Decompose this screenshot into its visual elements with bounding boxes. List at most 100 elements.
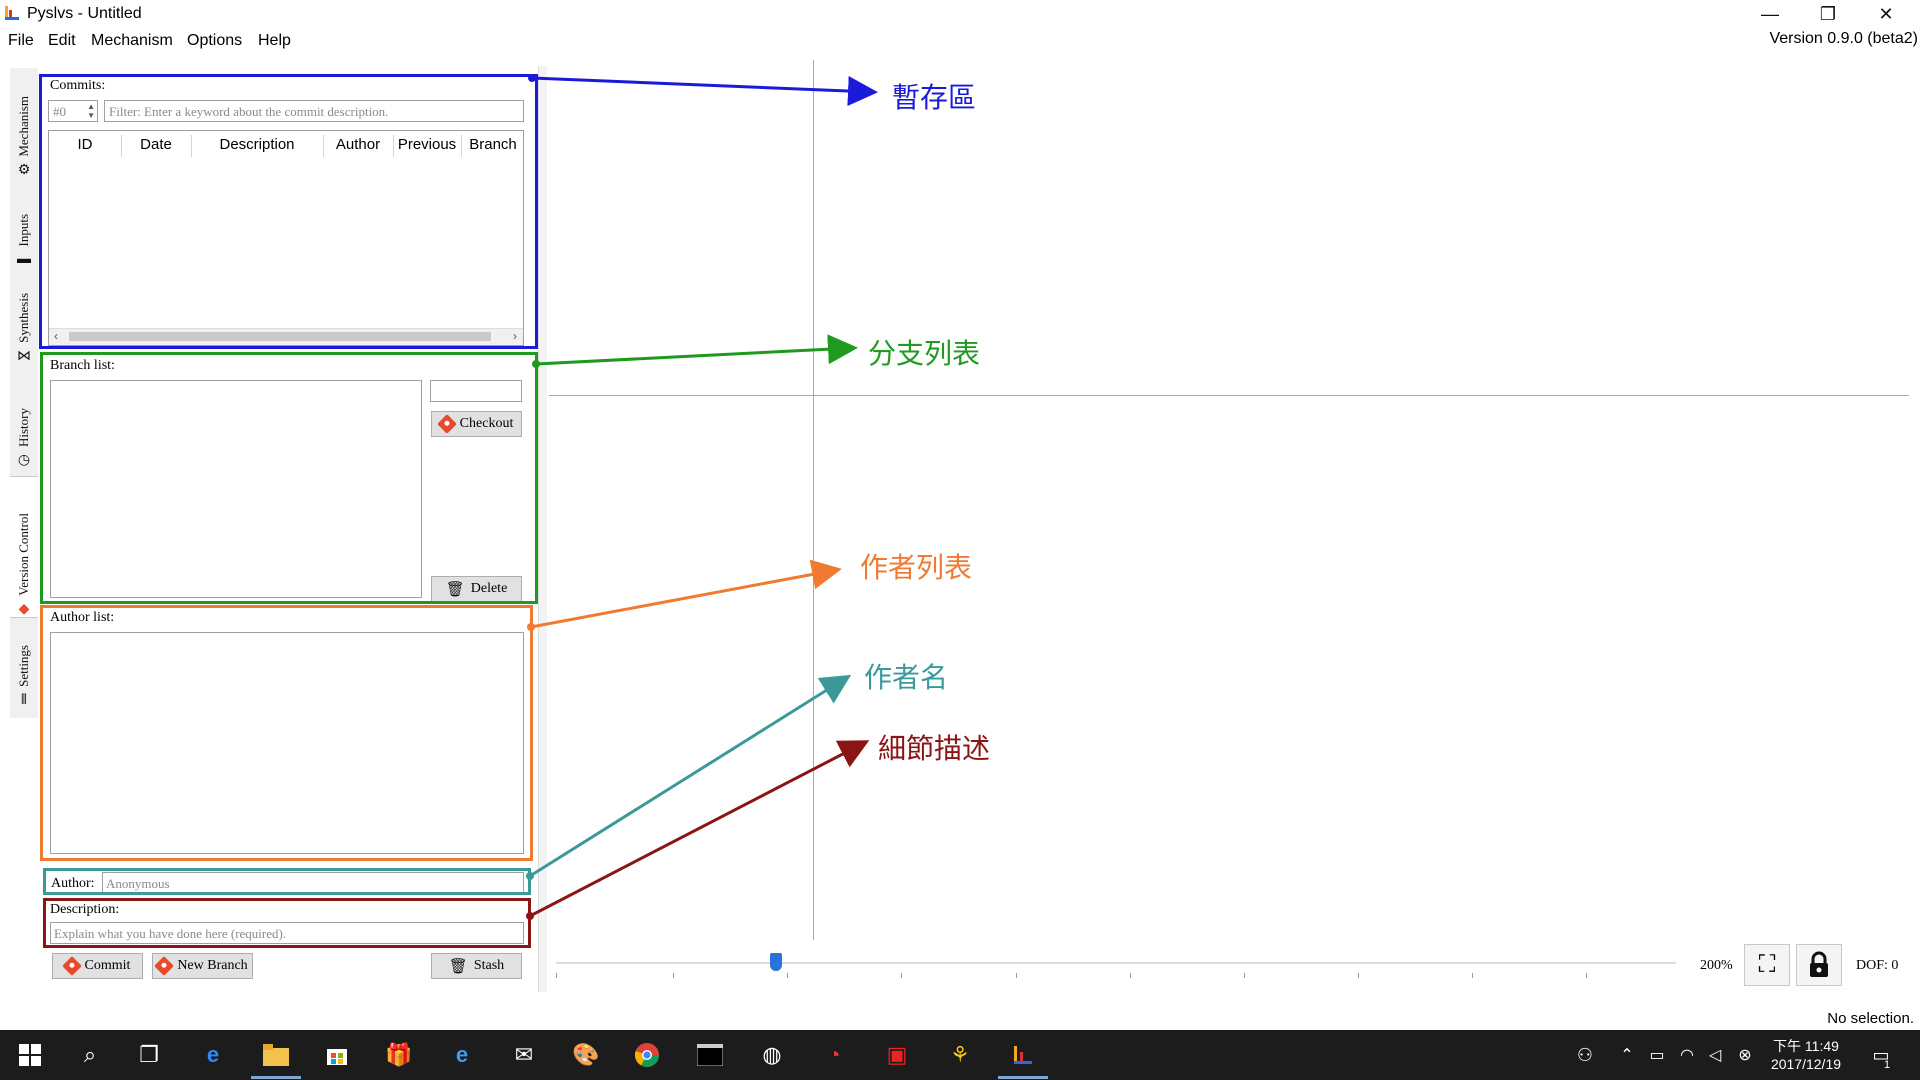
python-icon[interactable]: ⚘ <box>945 1040 975 1070</box>
canvas-x-axis <box>549 395 1909 396</box>
edge-icon[interactable]: e <box>198 1040 228 1070</box>
mechanism-canvas[interactable] <box>549 60 1909 940</box>
annotation-description: 細節描述 <box>878 732 991 765</box>
branch-annotation-box <box>40 352 538 604</box>
tab-settings[interactable]: Settings ⫴ <box>10 628 38 708</box>
tab-settings-label: Settings <box>16 645 31 687</box>
gift-app-icon[interactable]: 🎁 <box>384 1040 414 1070</box>
version-label: Version 0.9.0 (beta2) <box>1769 30 1918 47</box>
fit-view-button[interactable]: ⛶ <box>1744 944 1790 986</box>
app-icon <box>5 6 19 20</box>
stash-button[interactable]: 🗑 Stash <box>431 953 522 979</box>
input-icon: ▬ <box>17 250 31 266</box>
terminal-icon[interactable] <box>695 1040 725 1070</box>
tab-synthesis[interactable]: Synthesis ⋈ <box>10 276 38 364</box>
git-icon <box>61 956 82 976</box>
tab-version-control-label: Version Control <box>16 513 31 596</box>
close-button[interactable]: ✕ <box>1858 0 1914 28</box>
stash-label: Stash <box>473 958 505 973</box>
trash-icon: 🗑 <box>448 958 468 975</box>
dof-label: DOF: 0 <box>1856 958 1899 973</box>
git-icon <box>154 956 175 976</box>
slider-tick <box>556 973 557 978</box>
slider-tick <box>673 973 674 978</box>
globe-app-icon[interactable]: ◍ <box>757 1040 787 1070</box>
gear-icon: ⚙ <box>17 161 31 177</box>
annotation-author-name: 作者名 <box>864 661 949 694</box>
file-explorer-icon[interactable] <box>261 1040 291 1070</box>
tray-expand-icon[interactable]: ⌃ <box>1612 1040 1642 1070</box>
menu-options[interactable]: Options <box>187 32 242 50</box>
git-icon: ◆ <box>18 600 30 616</box>
tab-synthesis-label: Synthesis <box>16 293 31 343</box>
mail-icon[interactable]: ✉ <box>509 1040 539 1070</box>
slider-tick <box>901 973 902 978</box>
author-name-annotation-box <box>43 868 531 895</box>
start-icon[interactable] <box>15 1040 45 1070</box>
slider-tick <box>1244 973 1245 978</box>
annotation-branch-list: 分支列表 <box>868 337 981 370</box>
active-app-indicator <box>998 1076 1048 1079</box>
maximize-button[interactable]: ❐ <box>1800 0 1856 28</box>
chrome-icon[interactable] <box>632 1040 662 1070</box>
tab-version-control[interactable]: Version Control ◆ <box>10 476 38 618</box>
tab-history-label: History <box>16 408 31 447</box>
zoom-label: 200% <box>1700 958 1733 973</box>
zoom-slider-handle[interactable] <box>770 953 782 971</box>
side-tab-strip: Mechanism ⚙ Inputs ▬ Synthesis ⋈ History… <box>10 68 39 718</box>
commit-label: Commit <box>84 958 131 973</box>
pyslvs-taskbar-icon[interactable] <box>1008 1040 1038 1070</box>
canvas-y-axis <box>813 60 814 940</box>
game-app-icon[interactable]: ▣ <box>882 1040 912 1070</box>
zoom-slider-track[interactable] <box>556 962 1676 964</box>
annotation-author-list: 作者列表 <box>860 551 973 584</box>
splitter-handle[interactable] <box>538 66 547 992</box>
commit-button[interactable]: Commit <box>52 953 143 979</box>
slider-tick <box>1130 973 1131 978</box>
people-icon[interactable]: ⚇ <box>1570 1040 1600 1070</box>
slider-tick <box>787 973 788 978</box>
lock-icon <box>1810 951 1828 977</box>
internet-explorer-icon[interactable]: e <box>447 1040 477 1070</box>
status-text: No selection. <box>1827 1010 1914 1027</box>
sliders-icon: ⫴ <box>21 691 27 707</box>
tab-history[interactable]: History ◷ <box>10 386 38 468</box>
new-branch-label: New Branch <box>177 958 248 973</box>
new-branch-button[interactable]: New Branch <box>152 953 253 979</box>
paint-app-icon[interactable]: 🎨 <box>571 1040 601 1070</box>
active-app-indicator <box>251 1076 301 1079</box>
tab-mechanism[interactable]: Mechanism ⚙ <box>10 72 38 178</box>
slider-tick <box>1586 973 1587 978</box>
fullscreen-icon: ⛶ <box>1758 951 1776 978</box>
search-icon[interactable]: ⌕ <box>75 1040 105 1070</box>
slider-tick <box>1472 973 1473 978</box>
menu-mechanism[interactable]: Mechanism <box>91 32 173 50</box>
photo-app-icon[interactable]: ◔ <box>819 1040 849 1070</box>
tab-inputs-label: Inputs <box>16 213 31 247</box>
notification-count: 1 <box>1884 1059 1891 1071</box>
wifi-icon[interactable]: ◠ <box>1672 1040 1702 1070</box>
author-list-annotation-box <box>40 605 533 861</box>
annotation-staging-area: 暫存區 <box>892 81 977 114</box>
volume-icon[interactable]: ◁ <box>1700 1040 1730 1070</box>
slider-tick <box>1358 973 1359 978</box>
store-icon[interactable] <box>322 1040 352 1070</box>
slider-tick <box>1016 973 1017 978</box>
menu-file[interactable]: File <box>8 32 34 50</box>
menu-help[interactable]: Help <box>258 32 291 50</box>
minimize-button[interactable]: — <box>1742 0 1798 28</box>
battery-icon[interactable]: ▭ <box>1642 1040 1672 1070</box>
notification-icon[interactable]: ▭ <box>1866 1040 1896 1070</box>
clock-date[interactable]: 2017/12/19 <box>1762 1056 1850 1072</box>
tab-inputs[interactable]: Inputs ▬ <box>10 186 38 267</box>
clock-time[interactable]: 下午 11:49 <box>1762 1036 1850 1056</box>
clock-icon: ◷ <box>17 451 31 467</box>
title-bar <box>0 0 1920 28</box>
lock-button[interactable] <box>1796 944 1842 986</box>
synthesis-icon: ⋈ <box>17 347 31 363</box>
tab-mechanism-label: Mechanism <box>16 96 31 157</box>
description-annotation-box <box>43 898 531 948</box>
network-error-icon[interactable]: ⊗ <box>1730 1040 1760 1070</box>
task-view-icon[interactable]: ❐ <box>134 1040 164 1070</box>
menu-edit[interactable]: Edit <box>48 32 76 50</box>
